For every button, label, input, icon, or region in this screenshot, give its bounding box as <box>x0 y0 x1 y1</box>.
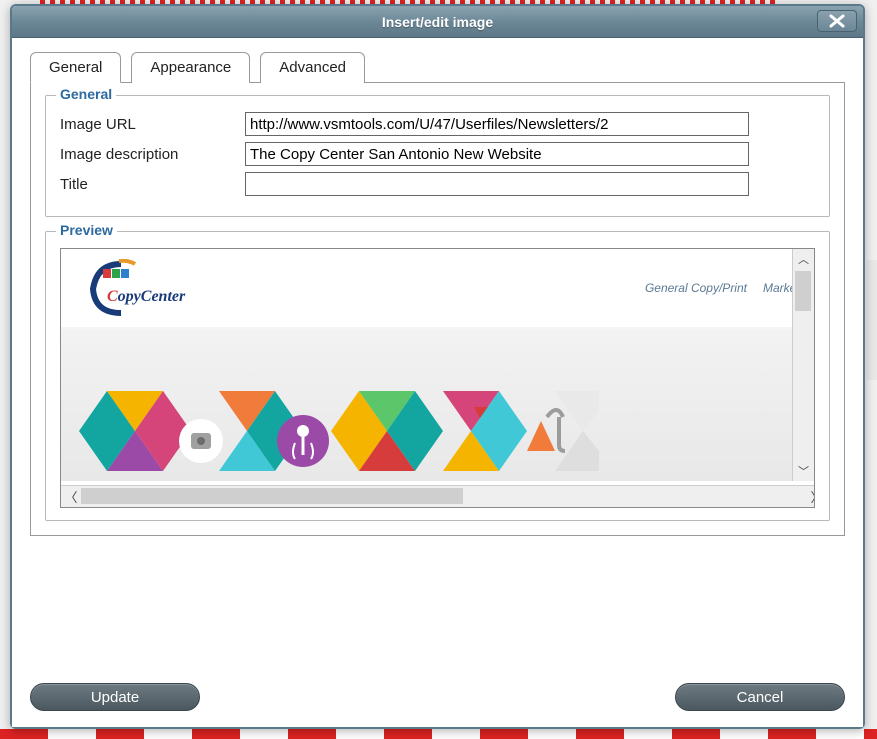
preview-fieldset: Preview <box>45 231 830 521</box>
form-row: Title <box>60 172 815 196</box>
preview-banner-image <box>79 391 599 481</box>
scroll-track[interactable] <box>793 269 814 461</box>
svg-text:CopyCenter: CopyCenter <box>107 288 186 305</box>
scroll-thumb[interactable] <box>795 271 811 311</box>
close-icon <box>828 14 846 28</box>
preview-header: CopyCenter General Copy/Print Marketin <box>61 249 815 327</box>
tab-general[interactable]: General <box>30 52 121 83</box>
image-description-label: Image description <box>60 146 245 163</box>
form-row: Image description <box>60 142 815 166</box>
dialog-button-row: Update Cancel <box>30 665 845 711</box>
preview-vertical-scrollbar[interactable]: ︿ ﹀ <box>792 249 814 481</box>
title-label: Title <box>60 176 245 193</box>
preview-image-content: CopyCenter General Copy/Print Marketin <box>61 249 815 481</box>
form-row: Image URL <box>60 112 815 136</box>
preview-nav-link: General Copy/Print <box>645 281 747 295</box>
tabs-row: General Appearance Advanced <box>30 52 845 83</box>
tab-appearance[interactable]: Appearance <box>131 52 250 83</box>
scroll-up-icon[interactable]: ︿ <box>794 249 814 269</box>
logo: CopyCenter <box>79 259 189 317</box>
update-button[interactable]: Update <box>30 683 200 711</box>
title-input[interactable] <box>245 172 749 196</box>
dialog-title: Insert/edit image <box>382 14 493 30</box>
tab-panel-general: General Image URL Image description Titl… <box>30 82 845 536</box>
dialog-body: General Appearance Advanced General Imag… <box>12 38 863 727</box>
image-url-input[interactable] <box>245 112 749 136</box>
scroll-thumb[interactable] <box>81 488 463 504</box>
scroll-down-icon[interactable]: ﹀ <box>794 461 814 481</box>
cancel-button[interactable]: Cancel <box>675 683 845 711</box>
general-fieldset: General Image URL Image description Titl… <box>45 95 830 217</box>
close-button[interactable] <box>817 10 857 32</box>
image-url-label: Image URL <box>60 116 245 133</box>
copycenter-logo-icon: CopyCenter <box>79 259 189 317</box>
scroll-right-icon[interactable]: 〉 <box>807 487 815 507</box>
preview-nav: General Copy/Print Marketin <box>645 281 809 295</box>
scroll-left-icon[interactable]: 〈 <box>61 487 81 507</box>
insert-edit-image-dialog: Insert/edit image General Appearance Adv… <box>10 4 865 729</box>
background-decoration <box>0 729 877 739</box>
scroll-track[interactable] <box>81 486 807 507</box>
fieldset-legend: General <box>56 86 116 102</box>
fieldset-legend: Preview <box>56 222 117 238</box>
background-decoration <box>867 260 877 380</box>
dialog-titlebar[interactable]: Insert/edit image <box>12 6 863 38</box>
preview-horizontal-scrollbar[interactable]: 〈 〉 <box>61 485 815 507</box>
image-description-input[interactable] <box>245 142 749 166</box>
tab-advanced[interactable]: Advanced <box>260 52 365 83</box>
preview-container: CopyCenter General Copy/Print Marketin <box>60 248 815 508</box>
